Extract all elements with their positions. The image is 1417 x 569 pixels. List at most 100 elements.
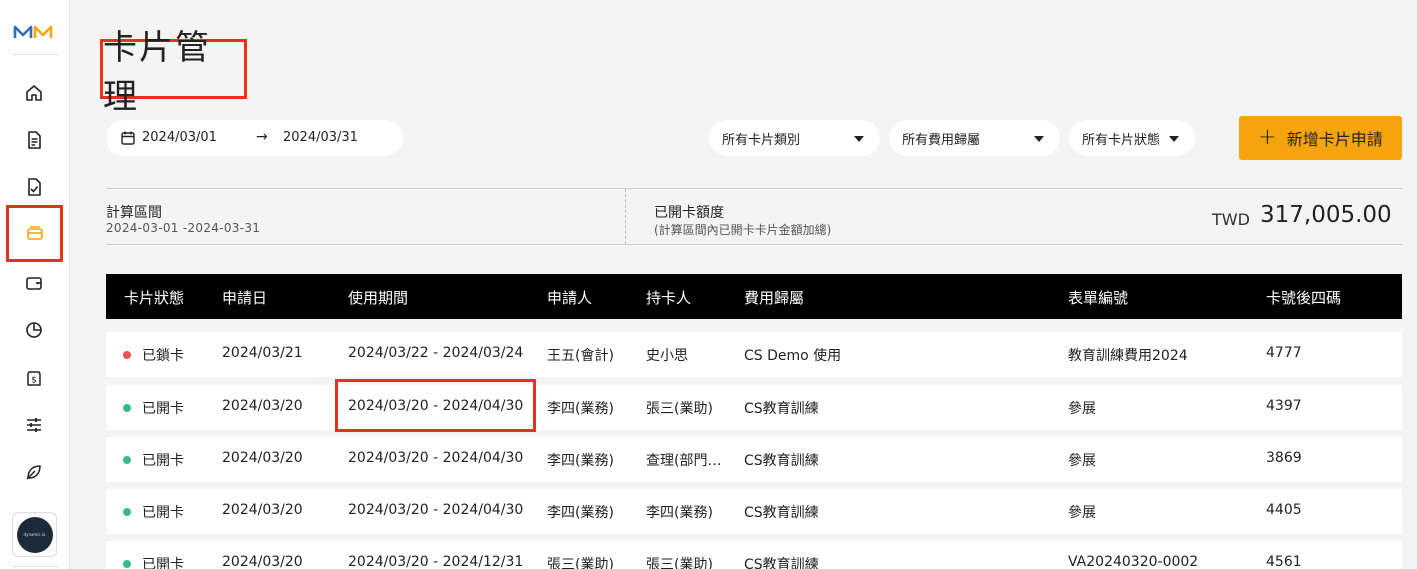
cell-applicant: 李四(業務) (547, 453, 614, 469)
cell-holder: 李四(業務) (646, 505, 713, 521)
cell-status: 已開卡 (142, 557, 184, 569)
status-dot (123, 508, 131, 516)
cell-form-number: 參展 (1068, 453, 1096, 469)
cell-apply-date: 2024/03/20 (222, 450, 303, 466)
caret-down-icon (1034, 136, 1044, 142)
caret-down-icon (1169, 136, 1179, 142)
pie-chart-icon (26, 322, 42, 338)
cell-period: 2024/03/22 - 2024/03/24 (348, 345, 524, 361)
card-type-select-value: 所有卡片類別 (722, 132, 801, 148)
cell-form-number: 參展 (1068, 505, 1096, 521)
nav-settings[interactable] (12, 405, 56, 445)
card-limit-note: (計算區間內已開卡卡片金額加總) (654, 223, 832, 237)
date-range-picker[interactable]: 2024/03/01 → 2024/03/31 (106, 120, 403, 156)
nav-payments[interactable]: $ (12, 358, 56, 398)
summary-bar: 計算區間 2024-03-01 -2024-03-31 已開卡額度 (計算區間內… (106, 188, 1402, 245)
column-header-form-number[interactable]: 表單編號 (1068, 287, 1128, 308)
column-header-status[interactable]: 卡片狀態 (124, 287, 184, 308)
cell-form-number: VA20240320-0002 (1068, 554, 1199, 569)
add-card-application-label: 新增卡片申請 (1286, 130, 1383, 149)
cell-status: 已鎖卡 (142, 348, 184, 364)
cell-apply-date: 2024/03/21 (222, 345, 303, 361)
home-icon (26, 85, 42, 101)
document-icon (28, 131, 41, 149)
cell-form-number: 參展 (1068, 401, 1096, 417)
cell-status: 已開卡 (142, 453, 184, 469)
calendar-icon (121, 131, 135, 145)
cell-last4: 4777 (1266, 345, 1302, 361)
cell-applicant: 李四(業務) (547, 505, 614, 521)
card-type-select[interactable]: 所有卡片類別 (709, 120, 880, 156)
cell-cost-owner: CS教育訓練 (744, 401, 819, 417)
table-row[interactable]: 已開卡 2024/03/20 2024/03/20 - 2024/04/30 李… (106, 379, 1402, 432)
table-row[interactable]: 已開卡 2024/03/20 2024/03/20 - 2024/04/30 李… (106, 489, 1402, 534)
cell-period: 2024/03/20 - 2024/04/30 (348, 502, 524, 518)
cell-form-number: 教育訓練費用2024 (1068, 348, 1188, 364)
logo-divider (12, 54, 58, 55)
avatar: dynamic.io (16, 516, 53, 553)
total-amount: 317,005.00 (1260, 202, 1392, 228)
cell-status: 已開卡 (142, 401, 184, 417)
cell-cost-owner: CS教育訓練 (744, 505, 819, 521)
plus-icon: + (1258, 125, 1277, 150)
caret-down-icon (854, 136, 864, 142)
card-limit-label: 已開卡額度 (654, 205, 724, 221)
add-card-application-button[interactable]: + 新增卡片申請 (1239, 116, 1402, 160)
cell-cost-owner: CS Demo 使用 (744, 348, 842, 364)
nav-home[interactable] (12, 73, 56, 113)
status-dot (123, 560, 131, 568)
column-header-period[interactable]: 使用期間 (348, 287, 408, 308)
svg-text:$: $ (31, 376, 37, 386)
document-check-icon (28, 178, 41, 196)
nav-cards[interactable] (6, 205, 63, 262)
table-header: 卡片狀態 申請日 使用期間 申請人 持卡人 費用歸屬 表單編號 卡號後四碼 (106, 274, 1402, 319)
table-row[interactable]: 已開卡 2024/03/20 2024/03/20 - 2024/12/31 張… (106, 541, 1402, 569)
sliders-icon (27, 418, 41, 432)
table-row[interactable]: 已開卡 2024/03/20 2024/03/20 - 2024/04/30 李… (106, 437, 1402, 482)
summary-divider (625, 189, 626, 244)
cell-last4: 3869 (1266, 450, 1302, 466)
cell-cost-owner: CS教育訓練 (744, 557, 819, 569)
date-end[interactable]: 2024/03/31 (283, 130, 358, 145)
nav-reports[interactable] (12, 310, 56, 350)
column-header-holder[interactable]: 持卡人 (646, 287, 691, 308)
nav-approvals[interactable] (12, 167, 56, 207)
currency-code: TWD (1212, 210, 1250, 229)
period-label: 計算區間 (106, 205, 162, 221)
cell-last4: 4561 (1266, 554, 1302, 569)
cell-holder: 張三(業助) (646, 557, 713, 569)
cell-apply-date: 2024/03/20 (222, 554, 303, 569)
dollar-circle-icon: $ (27, 371, 41, 386)
cell-apply-date: 2024/03/20 (222, 502, 303, 518)
table-row[interactable]: 已鎖卡 2024/03/21 2024/03/22 - 2024/03/24 王… (106, 332, 1402, 377)
column-header-cost-owner[interactable]: 費用歸屬 (744, 287, 804, 308)
cell-cost-owner: CS教育訓練 (744, 453, 819, 469)
column-header-last4[interactable]: 卡號後四碼 (1266, 287, 1341, 308)
arrow-right-icon: → (256, 129, 268, 145)
cell-period: 2024/03/20 - 2024/04/30 (348, 398, 524, 414)
cell-holder: 查理(部門… (646, 453, 722, 469)
cost-owner-select[interactable]: 所有費用歸屬 (889, 120, 1060, 156)
column-header-apply-date[interactable]: 申請日 (222, 287, 267, 308)
status-dot (123, 456, 131, 464)
avatar-button[interactable]: dynamic.io (12, 512, 57, 557)
cell-holder: 史小思 (646, 348, 688, 364)
wallet-icon (26, 277, 42, 290)
nav-wallet[interactable] (12, 263, 56, 303)
cell-applicant: 李四(業務) (547, 401, 614, 417)
cell-last4: 4405 (1266, 502, 1302, 518)
credit-card-icon (26, 225, 43, 240)
nav-sustainability[interactable] (12, 452, 56, 492)
column-header-applicant[interactable]: 申請人 (547, 287, 592, 308)
cost-owner-select-value: 所有費用歸屬 (902, 132, 981, 148)
date-start[interactable]: 2024/03/01 (142, 130, 217, 145)
cell-applicant: 張三(業助) (547, 557, 614, 569)
sidebar-bottom-divider (12, 566, 58, 567)
brand-logo[interactable] (12, 22, 56, 42)
cell-status: 已開卡 (142, 505, 184, 521)
card-status-select[interactable]: 所有卡片狀態 (1069, 120, 1195, 156)
card-status-select-value: 所有卡片狀態 (1082, 132, 1161, 148)
sidebar: $ dynamic.io (0, 0, 70, 569)
cell-period: 2024/03/20 - 2024/12/31 (348, 554, 524, 569)
nav-documents[interactable] (12, 120, 56, 160)
